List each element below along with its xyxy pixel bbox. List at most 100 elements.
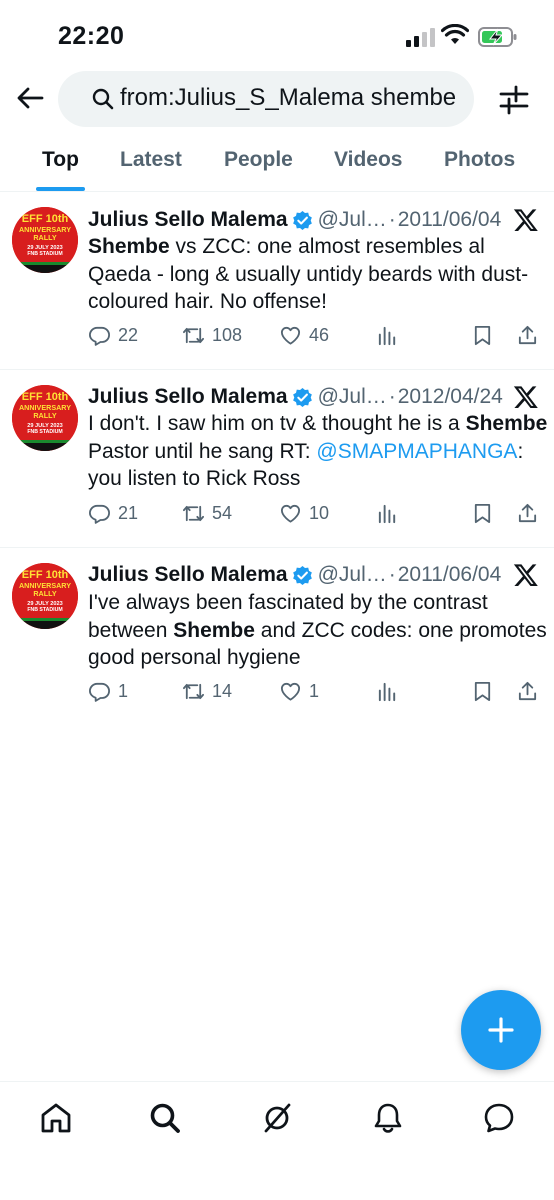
bookmark-icon — [474, 325, 491, 346]
bookmark-button[interactable] — [471, 502, 501, 525]
search-query-text: from:Julius_S_Malema shembe — [120, 84, 457, 111]
bookmark-icon — [474, 503, 491, 524]
share-button[interactable] — [516, 324, 546, 347]
search-input[interactable]: from:Julius_S_Malema shembe — [58, 71, 474, 127]
share-icon — [518, 503, 537, 523]
arrow-left-icon — [17, 87, 44, 109]
home-icon[interactable] — [38, 1100, 74, 1136]
avatar-text: FNB STADIUM — [27, 607, 62, 613]
heart-icon — [280, 682, 301, 701]
search-icon — [92, 88, 114, 110]
retweet-count: 108 — [212, 325, 243, 345]
avatar-text: RALLY — [33, 589, 57, 598]
reply-button[interactable]: 21 — [88, 502, 138, 525]
bookmark-button[interactable] — [471, 324, 501, 347]
status-time: 22:20 — [58, 22, 125, 50]
tweet-actions: 1 14 1 — [88, 680, 542, 710]
compose-button[interactable] — [461, 990, 541, 1070]
author-handle: @Jul… — [317, 385, 387, 408]
tweet-text: I don't. I saw him on tv & thought he is… — [88, 412, 548, 490]
bookmark-button[interactable] — [471, 680, 501, 703]
tweet-header: Julius Sello Malema @Jul… · 2012/04/24 — [88, 382, 503, 412]
tab-latest[interactable]: Latest — [120, 148, 182, 172]
grok-icon[interactable] — [259, 1100, 295, 1136]
tweet-actions: 21 54 10 — [88, 502, 542, 532]
retweet-button[interactable]: 54 — [182, 502, 232, 525]
author-name[interactable]: Julius Sello Malema — [88, 385, 288, 409]
share-button[interactable] — [516, 680, 546, 703]
tweet-header: Julius Sello Malema @Jul… · 2011/06/04 — [88, 560, 501, 590]
views-button[interactable] — [376, 680, 406, 703]
tweet[interactable]: EFF 10th ANNIVERSARY RALLY 29 JULY 2023 … — [0, 370, 554, 548]
reply-count: 22 — [118, 325, 139, 345]
tweet-actions: 22 108 46 — [88, 324, 542, 354]
avatar-text: EFF 10th — [22, 213, 69, 225]
tab-people[interactable]: People — [224, 148, 293, 172]
search-icon[interactable] — [147, 1100, 183, 1136]
like-button[interactable]: 10 — [279, 502, 329, 525]
search-tabs: Top Latest People Videos Photos — [0, 132, 554, 192]
verified-badge-icon — [292, 210, 312, 230]
author-name[interactable]: Julius Sello Malema — [88, 208, 288, 232]
tweet[interactable]: EFF 10th ANNIVERSARY RALLY 29 JULY 2023 … — [0, 193, 554, 370]
reply-button[interactable]: 1 — [88, 680, 128, 703]
reply-icon — [89, 504, 110, 524]
retweet-button[interactable]: 14 — [182, 680, 232, 703]
x-logo-icon — [513, 564, 538, 587]
battery-charging-icon — [478, 27, 517, 47]
tab-top[interactable]: Top — [42, 148, 79, 172]
tweet-date: 2011/06/04 — [397, 208, 502, 231]
tweet-date: 2012/04/24 — [397, 385, 503, 408]
notifications-icon[interactable] — [370, 1100, 406, 1136]
author-handle: @Jul… — [317, 208, 387, 231]
mention-link[interactable]: @SMAPMAPHANGA — [316, 440, 517, 463]
separator: · — [388, 385, 396, 408]
active-tab-indicator — [36, 187, 85, 191]
reply-count: 21 — [118, 503, 139, 523]
views-icon — [378, 504, 396, 524]
reply-count: 1 — [118, 681, 129, 701]
avatar[interactable]: EFF 10th ANNIVERSARY RALLY 29 JULY 2023 … — [12, 207, 78, 273]
tweet[interactable]: EFF 10th ANNIVERSARY RALLY 29 JULY 2023 … — [0, 548, 554, 726]
tweet-text: Shembe vs ZCC: one almost resembles al Q… — [88, 235, 529, 313]
avatar-text: RALLY — [33, 411, 57, 420]
author-name[interactable]: Julius Sello Malema — [88, 563, 288, 587]
share-button[interactable] — [516, 502, 546, 525]
views-icon — [378, 682, 396, 702]
status-bar: 22:20 — [0, 0, 554, 66]
x-logo-icon — [513, 209, 538, 232]
sliders-icon[interactable] — [494, 80, 534, 120]
heart-icon — [280, 504, 301, 523]
views-button[interactable] — [376, 324, 406, 347]
plus-icon — [488, 1017, 514, 1043]
messages-icon[interactable] — [481, 1100, 517, 1136]
retweet-count: 54 — [212, 503, 233, 523]
tweet-date: 2011/06/04 — [397, 563, 502, 586]
like-button[interactable]: 46 — [279, 324, 329, 347]
reply-icon — [89, 682, 110, 702]
retweet-icon — [183, 327, 204, 344]
avatar-text: EFF 10th — [22, 569, 69, 581]
author-handle: @Jul… — [317, 563, 387, 586]
bottom-navigation — [0, 1081, 554, 1200]
back-button[interactable] — [10, 78, 50, 118]
like-count: 46 — [309, 325, 330, 345]
retweet-icon — [183, 505, 204, 522]
reply-button[interactable]: 22 — [88, 324, 138, 347]
share-icon — [518, 681, 537, 701]
tweet-text: I've always been fascinated by the contr… — [88, 591, 547, 669]
like-count: 1 — [309, 681, 320, 701]
search-header: from:Julius_S_Malema shembe — [0, 66, 554, 132]
verified-badge-icon — [292, 387, 312, 407]
heart-icon — [280, 326, 301, 345]
x-logo-icon — [513, 386, 538, 409]
retweet-button[interactable]: 108 — [182, 324, 242, 347]
avatar[interactable]: EFF 10th ANNIVERSARY RALLY 29 JULY 2023 … — [12, 385, 78, 451]
avatar-text: RALLY — [33, 233, 57, 242]
views-button[interactable] — [376, 502, 406, 525]
tab-photos[interactable]: Photos — [444, 148, 515, 172]
tab-videos[interactable]: Videos — [334, 148, 402, 172]
avatar[interactable]: EFF 10th ANNIVERSARY RALLY 29 JULY 2023 … — [12, 563, 78, 629]
separator: · — [388, 208, 396, 231]
like-button[interactable]: 1 — [279, 680, 319, 703]
